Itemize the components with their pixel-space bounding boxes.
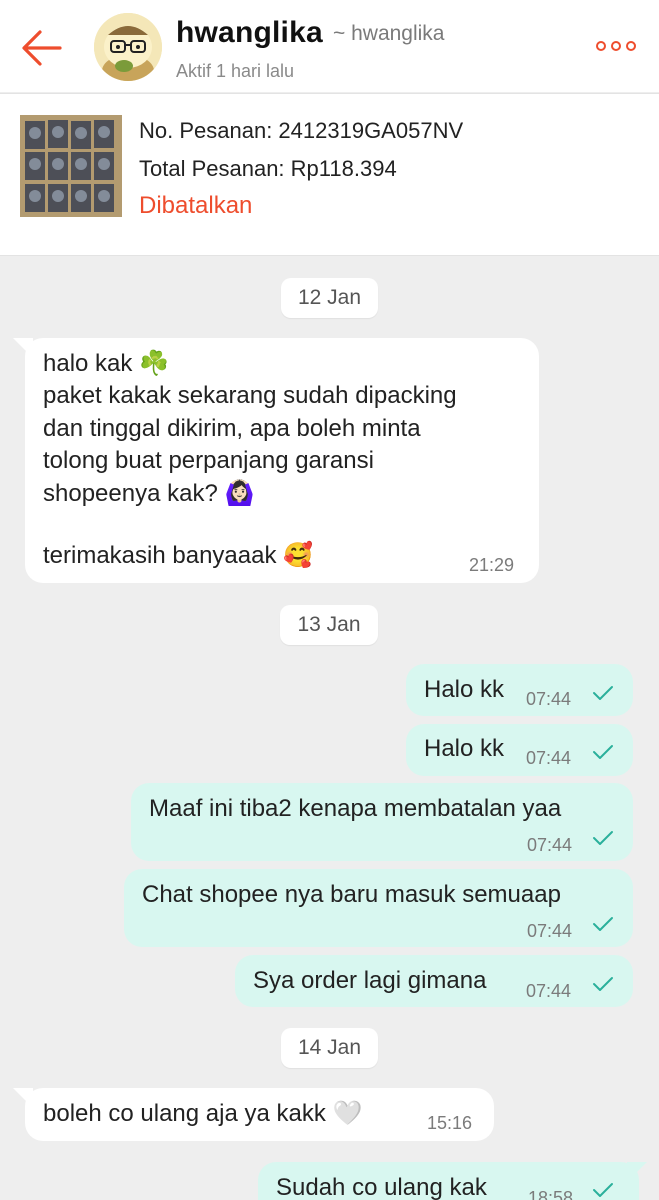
- incoming-message[interactable]: halo kak ☘️ paket kakak sekarang sudah d…: [25, 338, 539, 583]
- more-dots-icon: [596, 41, 606, 51]
- read-check-icon: [593, 686, 613, 700]
- read-check-icon: [593, 745, 613, 759]
- contact-name[interactable]: hwanglika: [176, 16, 323, 50]
- outgoing-message[interactable]: Halo kk 07:44: [406, 724, 633, 776]
- read-check-icon: [593, 1183, 613, 1197]
- incoming-message[interactable]: boleh co ulang aja ya kakk 🤍 15:16: [25, 1088, 494, 1141]
- message-text: Maaf ini tiba2 kenapa membatalan yaa: [149, 795, 562, 822]
- order-product-image: [20, 115, 122, 217]
- message-time: 18:58: [528, 1188, 574, 1200]
- message-text: Halo kk: [424, 676, 505, 703]
- chat-header: hwanglika ~ hwanglika Aktif 1 hari lalu: [0, 0, 659, 92]
- arrow-left-icon: [22, 30, 62, 66]
- message-text: Halo kk: [424, 735, 505, 762]
- message-text: dan tinggal dikirim, apa boleh minta: [43, 415, 421, 442]
- message-text: terimakasih banyaaak 🥰: [43, 542, 314, 569]
- date-separator: 14 Jan: [281, 1028, 378, 1068]
- more-options-button[interactable]: [596, 36, 640, 56]
- message-text: Sudah co ulang kak: [276, 1174, 487, 1200]
- avatar[interactable]: [94, 13, 162, 81]
- read-check-icon: [593, 917, 613, 931]
- message-time: 07:44: [527, 835, 573, 855]
- order-card[interactable]: No. Pesanan: 2412319GA057NV Total Pesana…: [0, 93, 659, 256]
- read-check-icon: [593, 831, 613, 845]
- message-text: shopeenya kak? 🙆🏻‍♀️: [43, 480, 255, 507]
- order-total: Total Pesanan: Rp118.394: [139, 156, 397, 181]
- outgoing-message[interactable]: Maaf ini tiba2 kenapa membatalan yaa 07:…: [131, 783, 633, 861]
- outgoing-message[interactable]: Halo kk 07:44: [406, 664, 633, 716]
- message-time: 07:44: [526, 689, 572, 709]
- message-text: Chat shopee nya baru masuk semuaap: [142, 881, 561, 908]
- message-text: halo kak ☘️: [43, 350, 169, 377]
- message-text: boleh co ulang aja ya kakk 🤍: [43, 1100, 363, 1127]
- outgoing-message[interactable]: Sya order lagi gimana 07:44: [235, 955, 633, 1007]
- message-time: 07:44: [527, 921, 573, 941]
- outgoing-message[interactable]: Chat shopee nya baru masuk semuaap 07:44: [124, 869, 633, 947]
- message-time: 07:44: [526, 981, 572, 1001]
- message-text: Sya order lagi gimana: [253, 967, 487, 994]
- date-separator: 13 Jan: [280, 605, 378, 645]
- message-time: 07:44: [526, 748, 572, 768]
- outgoing-message[interactable]: Sudah co ulang kak 18:58: [258, 1162, 639, 1200]
- read-check-icon: [593, 977, 613, 991]
- message-text: tolong buat perpanjang garansi: [43, 447, 374, 474]
- contact-status: Aktif 1 hari lalu: [176, 61, 295, 81]
- date-separator: 12 Jan: [281, 278, 378, 318]
- message-time: 15:16: [427, 1113, 473, 1133]
- message-time: 21:29: [469, 555, 515, 575]
- back-button[interactable]: [20, 28, 62, 68]
- contact-handle: ~ hwanglika: [333, 22, 445, 45]
- order-number: No. Pesanan: 2412319GA057NV: [139, 118, 464, 143]
- order-status: Dibatalkan: [139, 192, 253, 219]
- message-text: paket kakak sekarang sudah dipacking: [43, 382, 457, 409]
